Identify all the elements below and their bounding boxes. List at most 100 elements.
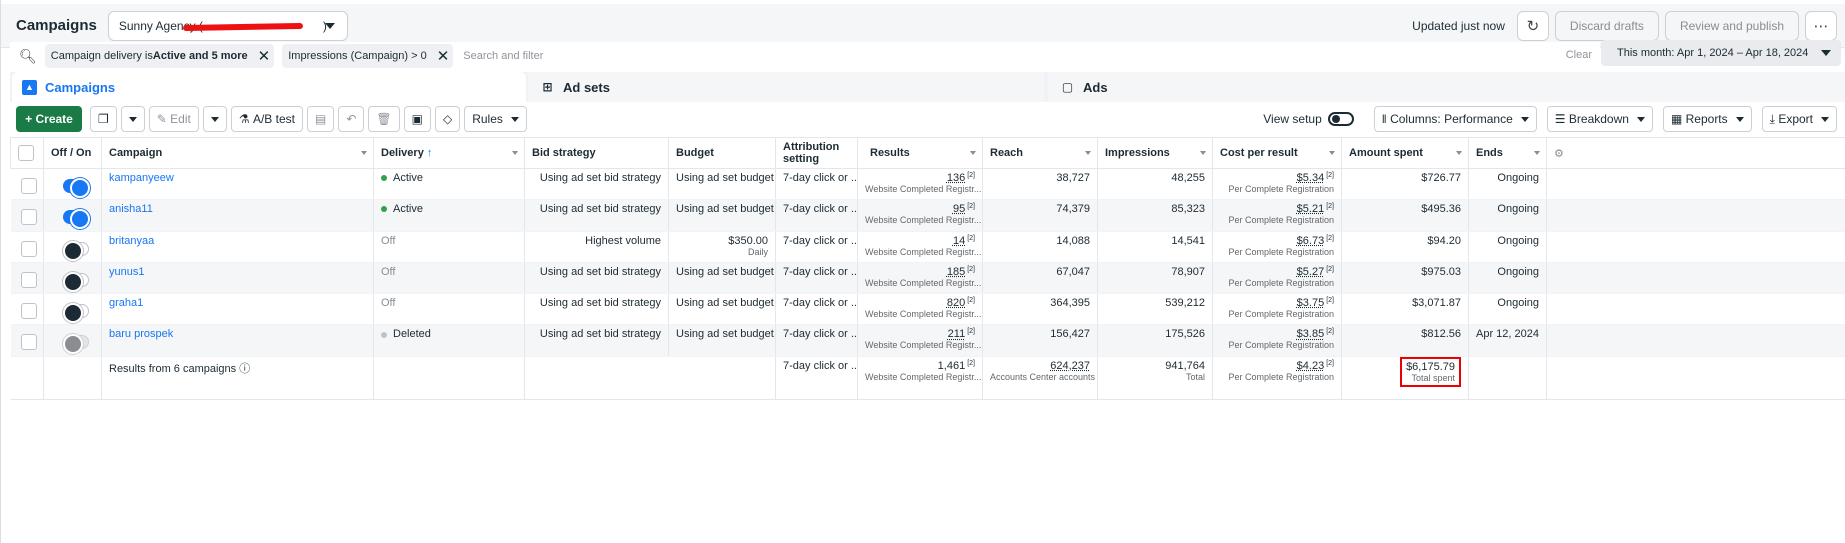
col-ends[interactable]: Ends	[1469, 138, 1547, 169]
budget-cell[interactable]: Using ad set budget	[669, 294, 776, 325]
budget-cell[interactable]: Using ad set budget	[669, 262, 776, 293]
row-toggle-cell[interactable]	[44, 325, 102, 356]
col-amount-spent[interactable]: Amount spent	[1342, 138, 1469, 169]
row-select-cell[interactable]	[11, 231, 44, 262]
row-checkbox[interactable]	[21, 209, 37, 225]
clear-filters-link[interactable]: Clear	[1566, 49, 1592, 61]
info-icon[interactable]: ⓘ	[239, 363, 250, 375]
col-settings[interactable]: ⚙	[1547, 138, 1845, 169]
edit-menu-button[interactable]	[203, 106, 227, 132]
edit-button[interactable]: ✎ Edit	[149, 106, 199, 132]
row-checkbox[interactable]	[21, 303, 37, 319]
tab-ads[interactable]: ▢ Ads	[1048, 72, 1845, 102]
campaign-name-link[interactable]: graha1	[109, 297, 143, 309]
campaign-name-link[interactable]: yunus1	[109, 266, 144, 278]
row-toggle-cell[interactable]	[44, 231, 102, 262]
row-checkbox[interactable]	[21, 334, 37, 350]
row-toggle-cell[interactable]	[44, 262, 102, 293]
search-input[interactable]: Search and filter	[463, 50, 1600, 62]
budget-cell[interactable]: Using ad set budget	[669, 200, 776, 231]
col-attribution[interactable]: Attribution setting	[776, 138, 858, 169]
campaign-name-cell[interactable]: anisha11	[102, 200, 374, 231]
row-checkbox[interactable]	[21, 272, 37, 288]
campaign-name-link[interactable]: anisha11	[109, 203, 153, 215]
row-toggle-cell[interactable]	[44, 169, 102, 200]
close-icon[interactable]: ✕	[437, 47, 450, 65]
campaign-name-cell[interactable]: kampanyeew	[102, 169, 374, 200]
export-button[interactable]: ⤓ Export	[1762, 106, 1837, 132]
row-select-cell[interactable]	[11, 200, 44, 231]
bid-strategy-cell[interactable]: Using ad set bid strategy	[525, 200, 669, 231]
bid-strategy-cell[interactable]: Using ad set bid strategy	[525, 169, 669, 200]
table-row[interactable]: britanyaa Off Highest volume $350.00 Dail…	[11, 231, 1845, 262]
row-select-cell[interactable]	[11, 262, 44, 293]
campaign-toggle[interactable]	[63, 304, 89, 318]
close-icon[interactable]: ✕	[258, 47, 271, 65]
row-select-cell[interactable]	[11, 325, 44, 356]
col-cost-per-result[interactable]: Cost per result	[1213, 138, 1342, 169]
budget-cell[interactable]: Using ad set budget	[669, 325, 776, 356]
undo-button[interactable]: ↶	[338, 106, 364, 132]
discard-drafts-button[interactable]: Discard drafts	[1555, 11, 1659, 41]
campaign-name-link[interactable]: kampanyeew	[109, 172, 174, 184]
tab-campaigns[interactable]: ▲ Campaigns	[12, 72, 526, 102]
select-all-checkbox[interactable]	[18, 145, 34, 161]
more-options-button[interactable]: ⋯	[1805, 11, 1837, 41]
delete-button[interactable]: 🗑︎	[368, 106, 399, 132]
reports-button[interactable]: ▦ Reports	[1663, 106, 1752, 132]
campaign-name-cell[interactable]: britanyaa	[102, 231, 374, 262]
budget-cell[interactable]: Using ad set budget	[669, 169, 776, 200]
duplicate-menu-button[interactable]	[121, 106, 145, 132]
campaign-name-cell[interactable]: graha1	[102, 294, 374, 325]
col-bid-strategy[interactable]: Bid strategy	[525, 138, 669, 169]
table-row[interactable]: graha1 Off Using ad set bid strategy Usi…	[11, 294, 1845, 325]
table-row[interactable]: kampanyeew Active Using ad set bid strat…	[11, 169, 1845, 200]
tab-adsets[interactable]: ⊞ Ad sets	[528, 72, 1044, 102]
preview-button[interactable]: ▣	[404, 106, 431, 132]
filter-chip-delivery[interactable]: Campaign delivery is Active and 5 more ✕	[45, 44, 274, 68]
col-impressions[interactable]: Impressions	[1098, 138, 1213, 169]
create-button[interactable]: + Create	[16, 106, 82, 132]
bid-strategy-cell[interactable]: Highest volume	[525, 231, 669, 262]
campaign-toggle[interactable]	[63, 179, 89, 193]
row-checkbox[interactable]	[21, 178, 37, 194]
campaign-name-link[interactable]: baru prospek	[109, 328, 173, 340]
campaign-name-cell[interactable]: baru prospek	[102, 325, 374, 356]
filter-chip-impressions[interactable]: Impressions (Campaign) > 0 ✕	[282, 44, 453, 68]
campaign-toggle[interactable]	[63, 210, 89, 224]
row-select-cell[interactable]	[11, 169, 44, 200]
date-range-picker[interactable]: This month: Apr 1, 2024 – Apr 18, 2024	[1601, 40, 1841, 66]
refresh-button[interactable]: ↻	[1517, 11, 1549, 41]
col-budget[interactable]: Budget	[669, 138, 776, 169]
account-selector[interactable]: Sunny Agency ( )	[108, 11, 348, 41]
view-setup-toggle[interactable]	[1328, 112, 1354, 126]
table-row[interactable]: baru prospek Deleted Using ad set bid st…	[11, 325, 1845, 356]
row-toggle-cell[interactable]	[44, 294, 102, 325]
col-delivery[interactable]: Delivery ↑	[374, 138, 525, 169]
breakdown-button[interactable]: ☰ Breakdown	[1547, 106, 1653, 132]
col-results[interactable]: Results	[858, 138, 983, 169]
review-publish-button[interactable]: Review and publish	[1665, 11, 1799, 41]
campaign-name-link[interactable]: britanyaa	[109, 235, 154, 247]
col-reach[interactable]: Reach	[983, 138, 1098, 169]
row-select-cell[interactable]	[11, 294, 44, 325]
campaign-name-cell[interactable]: yunus1	[102, 262, 374, 293]
bid-strategy-cell[interactable]: Using ad set bid strategy	[525, 325, 669, 356]
tag-button[interactable]: ◇	[435, 106, 460, 132]
campaign-toggle[interactable]	[63, 242, 89, 256]
filter-bar[interactable]: 🔍︎ Campaign delivery is Active and 5 mor…	[10, 42, 1600, 70]
bid-strategy-cell[interactable]: Using ad set bid strategy	[525, 294, 669, 325]
archive-button[interactable]: ▤	[307, 106, 334, 132]
budget-cell[interactable]: $350.00 Daily	[669, 231, 776, 262]
table-row[interactable]: anisha11 Active Using ad set bid strateg…	[11, 200, 1845, 231]
col-campaign[interactable]: Campaign	[102, 138, 374, 169]
row-checkbox[interactable]	[21, 241, 37, 257]
table-row[interactable]: yunus1 Off Using ad set bid strategy Usi…	[11, 262, 1845, 293]
select-all-cell[interactable]	[11, 138, 44, 169]
rules-button[interactable]: Rules	[464, 106, 527, 132]
bid-strategy-cell[interactable]: Using ad set bid strategy	[525, 262, 669, 293]
columns-button[interactable]: ‖ Columns: Performance	[1374, 106, 1537, 132]
duplicate-button[interactable]: ❐	[90, 106, 117, 132]
campaign-toggle[interactable]	[63, 335, 89, 349]
campaign-toggle[interactable]	[63, 273, 89, 287]
